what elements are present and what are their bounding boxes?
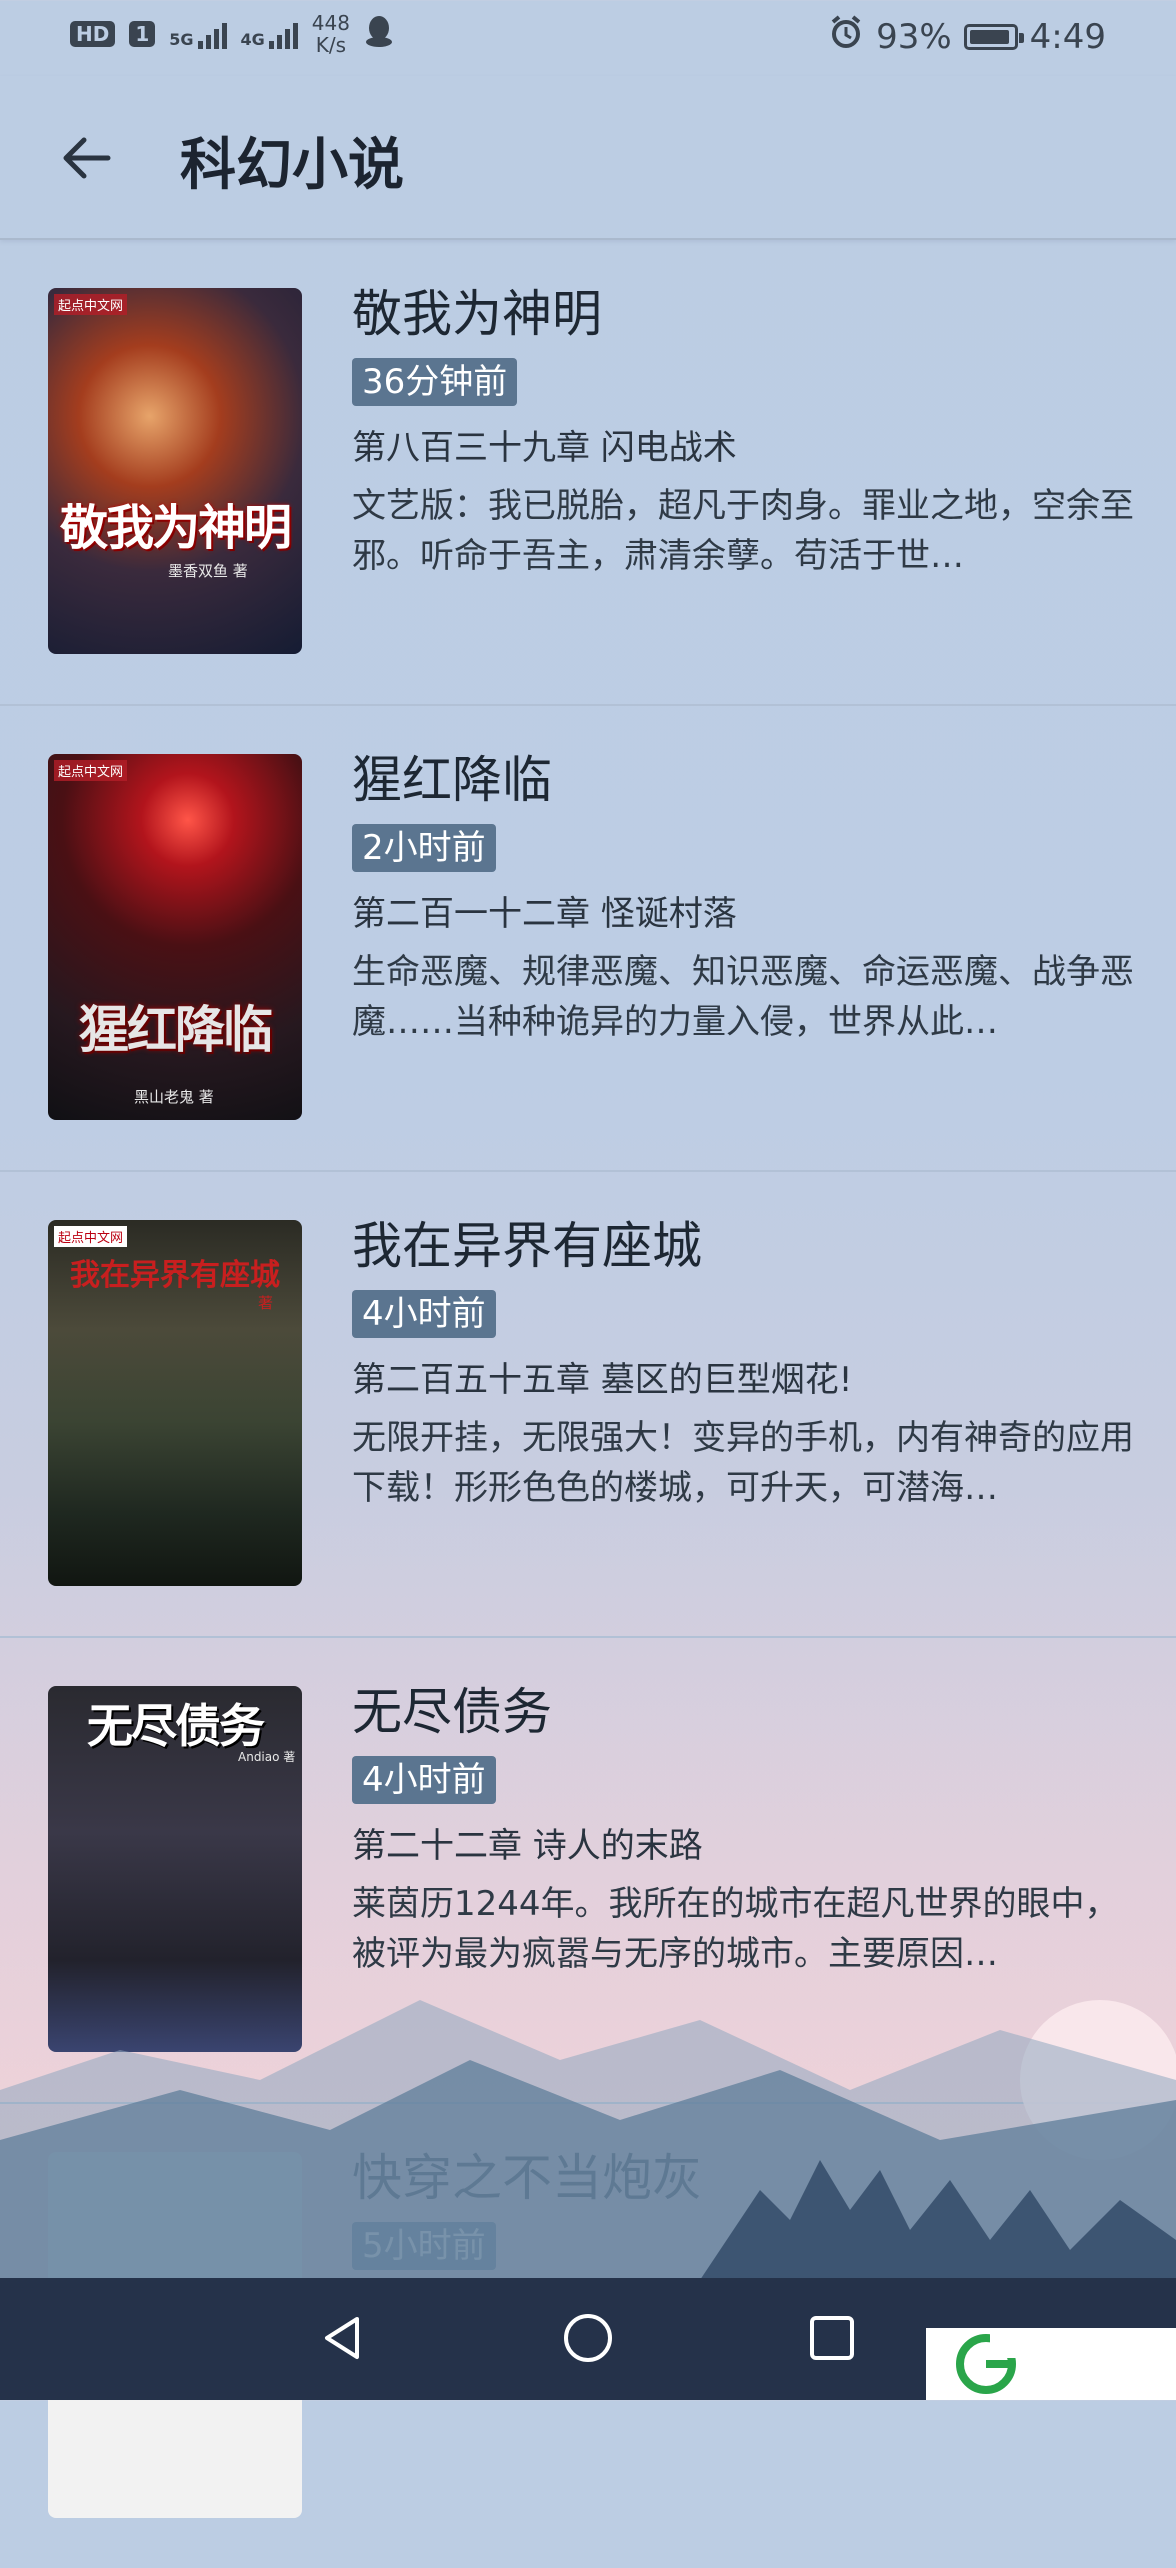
cover-publisher: 起点中文网 — [54, 760, 128, 781]
book-info: 快穿之不当炮灰 5小时前 — [352, 2144, 1142, 2270]
status-bar: HD 1 5G 4G 448 K/s 93% 4:49 — [0, 0, 1176, 76]
book-list: 起点中文网 敬我为神明 墨香双鱼 著 敬我为神明 36分钟前 第八百三十九章 闪… — [0, 240, 1176, 2568]
nav-recents-button[interactable] — [796, 2302, 868, 2374]
cover-author: 黑山老鬼 著 — [134, 1088, 214, 1106]
network-speed-value: 448 — [311, 11, 350, 35]
nav-back-button[interactable] — [306, 2302, 378, 2374]
book-info: 我在异界有座城 4小时前 第二百五十五章 墓区的巨型烟花! 无限开挂，无限强大！… — [352, 1212, 1142, 1513]
nav-back-icon — [325, 2317, 359, 2359]
battery-level — [969, 29, 1009, 44]
nav-home-button[interactable] — [552, 2302, 624, 2374]
book-cover[interactable]: 起点中文网 我在异界有座城 著 — [48, 1220, 302, 1586]
system-nav-bar — [0, 2278, 1176, 2400]
cover-publisher: 起点中文网 — [54, 1226, 128, 1247]
cover-author: Andiao 著 — [238, 1750, 296, 1764]
battery-percent: 93% — [876, 16, 952, 57]
book-description: 生命恶魔、规律恶魔、知识恶魔、命运恶魔、战争恶魔……当种种诡异的力量入侵，世界从… — [352, 952, 1134, 1042]
sim-badge: 1 — [129, 21, 156, 47]
network-speed: 448 K/s — [312, 12, 350, 56]
book-item[interactable]: 起点中文网 我在异界有座城 著 我在异界有座城 4小时前 第二百五十五章 墓区的… — [0, 1172, 1176, 1638]
alarm-icon — [828, 14, 864, 59]
latest-chapter: 第二百五十五章 墓区的巨型烟花! — [352, 1360, 853, 1400]
book-info: 敬我为神明 36分钟前 第八百三十九章 闪电战术 文艺版：我已脱胎，超凡于肉身。… — [352, 280, 1142, 581]
book-name: 猩红降临 — [352, 751, 552, 809]
signal-5g-label: 5G — [169, 30, 194, 49]
book-info: 无尽债务 4小时前 第二十二章 诗人的末路 莱茵历1244年。我所在的城市在超凡… — [352, 1678, 1142, 1979]
signal-4g-label: 4G — [240, 30, 265, 49]
nav-home-icon — [564, 2314, 612, 2362]
book-description: 文艺版：我已脱胎，超凡于肉身。罪业之地，空余至邪。听命于吾主，肃清余孽。苟活于世… — [352, 486, 1134, 576]
back-arrow-icon — [63, 137, 111, 179]
book-description: 莱茵历1244年。我所在的城市在超凡世界的眼中，被评为最为疯嚣与无序的城市。主要… — [352, 1884, 1119, 1974]
status-left: HD 1 5G 4G 448 K/s — [70, 12, 394, 56]
book-name: 快穿之不当炮灰 — [352, 2149, 702, 2207]
cover-title: 无尽债务 — [87, 1699, 265, 1753]
book-name: 敬我为神明 — [352, 285, 602, 343]
battery-icon — [963, 23, 1024, 50]
app-logo-icon — [956, 2334, 1016, 2394]
cover-title: 猩红降临 — [79, 1001, 273, 1059]
update-time-badge: 4小时前 — [352, 1756, 496, 1804]
watermark-area — [926, 2328, 1176, 2400]
book-cover[interactable]: 起点中文网 猩红降临 黑山老鬼 著 — [48, 754, 302, 1120]
back-button[interactable] — [54, 126, 118, 190]
latest-chapter: 第二百一十二章 怪诞村落 — [352, 894, 737, 934]
book-item[interactable]: 起点中文网 猩红降临 黑山老鬼 著 猩红降临 2小时前 第二百一十二章 怪诞村落… — [0, 706, 1176, 1172]
cover-author: 墨香双鱼 著 — [168, 562, 248, 580]
clock: 4:49 — [1029, 16, 1106, 57]
signal-4g-icon: 4G — [241, 19, 298, 49]
update-time-badge: 2小时前 — [352, 824, 496, 872]
update-time-badge: 36分钟前 — [352, 358, 518, 406]
cover-title: 敬我为神明 — [59, 500, 292, 556]
book-cover[interactable]: 无尽债务 Andiao 著 — [48, 1686, 302, 2052]
book-name: 无尽债务 — [352, 1683, 552, 1741]
signal-5g-icon: 5G — [169, 19, 227, 49]
update-time-badge: 5小时前 — [352, 2222, 496, 2270]
book-name: 我在异界有座城 — [352, 1217, 702, 1275]
status-right: 93% 4:49 — [828, 14, 1106, 59]
latest-chapter: 第二十二章 诗人的末路 — [352, 1826, 703, 1866]
book-item[interactable]: 无尽债务 Andiao 著 无尽债务 4小时前 第二十二章 诗人的末路 莱茵历1… — [0, 1638, 1176, 2104]
cover-publisher: 起点中文网 — [54, 294, 128, 315]
cover-title: 我在异界有座城 — [70, 1258, 280, 1293]
book-cover[interactable]: 起点中文网 敬我为神明 墨香双鱼 著 — [48, 288, 302, 654]
book-item[interactable]: 起点中文网 敬我为神明 墨香双鱼 著 敬我为神明 36分钟前 第八百三十九章 闪… — [0, 240, 1176, 706]
page-title: 科幻小说 — [180, 133, 404, 198]
book-description: 无限开挂，无限强大！变异的手机，内有神奇的应用下载！形形色色的楼城，可升天，可潜… — [352, 1418, 1134, 1508]
latest-chapter: 第八百三十九章 闪电战术 — [352, 428, 737, 468]
app-bar: 科幻小说 — [0, 76, 1176, 240]
book-info: 猩红降临 2小时前 第二百一十二章 怪诞村落 生命恶魔、规律恶魔、知识恶魔、命运… — [352, 746, 1142, 1047]
update-time-badge: 4小时前 — [352, 1290, 496, 1338]
network-speed-unit: K/s — [315, 33, 347, 57]
hd-badge: HD — [70, 21, 116, 47]
cover-author: 著 — [258, 1294, 274, 1312]
qq-icon — [364, 14, 394, 54]
nav-recents-icon — [810, 2316, 854, 2360]
